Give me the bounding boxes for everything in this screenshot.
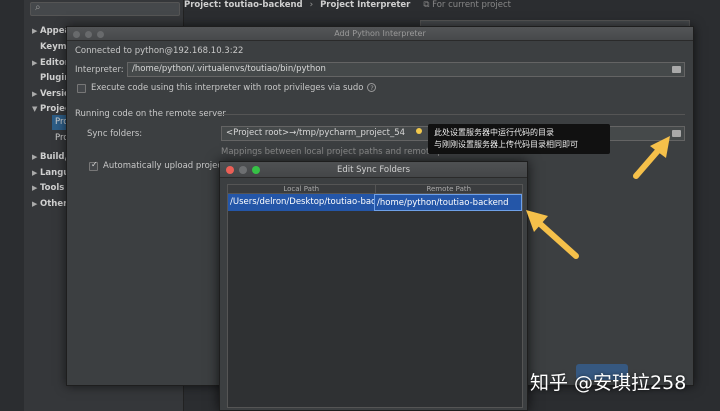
arrow-to-remote-path [526, 210, 579, 259]
watermark-text: 知乎 @安琪拉258 [530, 372, 687, 394]
annotation-arrows [526, 136, 670, 259]
arrow-to-sync-folders [633, 136, 670, 179]
